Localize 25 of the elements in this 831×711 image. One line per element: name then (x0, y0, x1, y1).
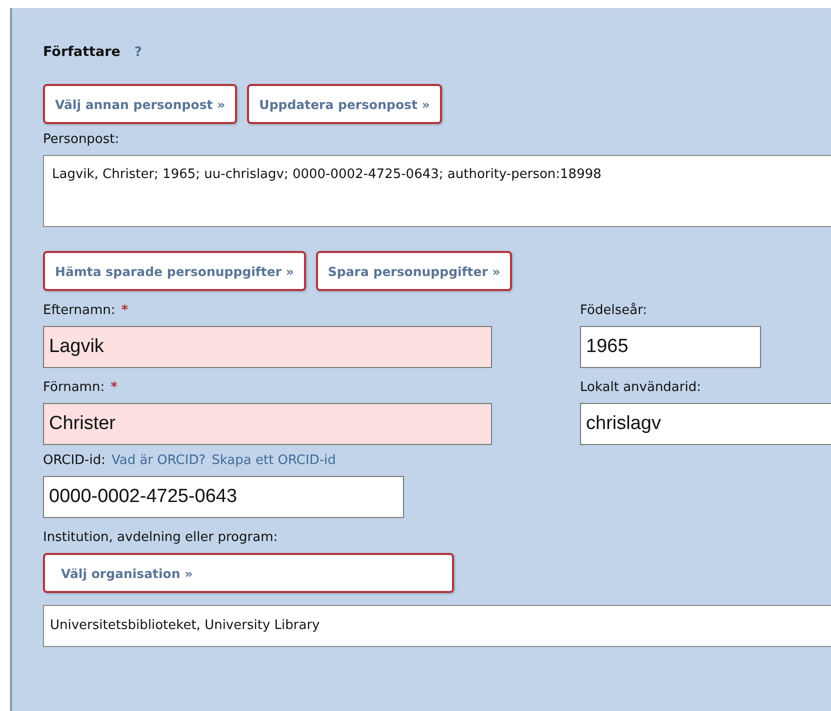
field-label: Personpost: (43, 132, 120, 149)
text-field[interactable]: Christer (43, 403, 492, 445)
field-label: Lokalt användarid: (580, 380, 701, 395)
text-field[interactable]: 1965 (580, 326, 761, 368)
action-button[interactable]: Spara personuppgifter » (316, 251, 512, 291)
required-mark: * (121, 303, 128, 318)
person-record-field[interactable]: Lagvik, Christer; 1965; uu-chrislagv; 0000-0002-4725-0643; authority-person:18998 (43, 155, 831, 227)
action-button[interactable]: Hämta sparade personuppgifter » (43, 251, 306, 291)
required-mark: * (110, 380, 118, 395)
organisation-field[interactable]: Universitetsbiblioteket, University Library (43, 605, 831, 647)
text-field[interactable]: chrislagv (580, 403, 831, 445)
text-field[interactable]: Lagvik (43, 326, 492, 368)
action-button[interactable]: Välj annan personpost » (43, 84, 238, 124)
field-label: Institution, avdelning eller program: (43, 530, 279, 547)
section-title: Författare (43, 44, 120, 60)
field-label: Förnamn: (43, 380, 105, 395)
help-link[interactable]: ? (134, 44, 142, 60)
action-button[interactable]: Uppdatera personpost » (247, 84, 442, 124)
field-label: ORCID-id: (43, 453, 106, 468)
field-label: Födelseår: (580, 303, 648, 318)
select-organisation-button[interactable]: Välj organisation » (43, 553, 454, 593)
info-link[interactable]: Vad är ORCID? (111, 453, 206, 468)
orcid-field[interactable]: 0000-0002-4725-0643 (43, 476, 404, 518)
info-link[interactable]: Skapa ett ORCID-id (212, 453, 336, 468)
field-label: Efternamn: (43, 303, 116, 318)
